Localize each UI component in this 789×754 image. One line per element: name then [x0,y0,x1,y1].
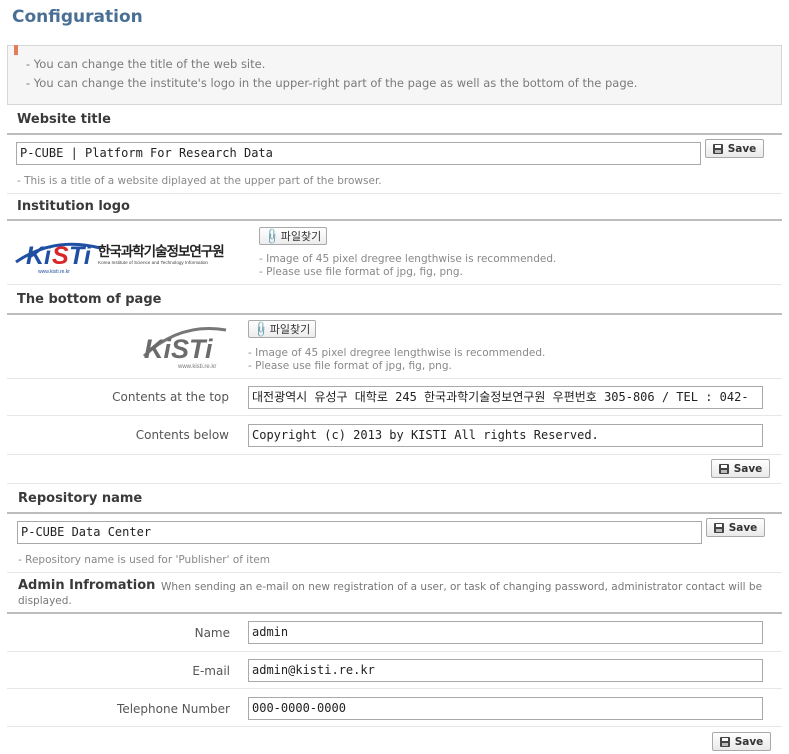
row-divider [7,572,782,573]
save-label: Save [728,521,758,534]
notice-line-1: - You can change the title of the web si… [26,57,266,71]
svg-text:Korea Institute of Science and: Korea Institute of Science and Technolog… [98,260,208,265]
bottom-logo-hint-1: - Image of 45 pixel dregree lengthwise i… [248,347,546,359]
bottom-logo-file-button[interactable]: 📎 파일찾기 [248,319,317,339]
svg-text:www.kisti.re.kr: www.kisti.re.kr [177,364,216,370]
repository-name-save-button[interactable]: Save [706,518,765,537]
contents-below-label: Contents below [135,428,229,442]
contents-top-label: Contents at the top [112,390,229,404]
website-title-hint: - This is a title of a website diplayed … [17,175,382,187]
institution-logo-heading: Institution logo [17,199,130,214]
section-divider [7,512,782,514]
website-title-save-button[interactable]: Save [705,139,764,158]
admin-name-label: Name [194,626,230,640]
row-divider [7,378,782,379]
admin-email-label: E-mail [192,664,230,678]
contents-top-input[interactable]: 대전광역시 유성구 대학로 245 한국과학기술정보연구원 우편번호 305-8… [248,386,763,409]
bottom-logo-hint-2: - Please use file format of jpg, fig, pn… [248,360,452,372]
row-divider [7,284,782,285]
institution-logo-hint-1: - Image of 45 pixel dregree lengthwise i… [259,253,557,265]
institution-logo-image: Ki S Ti www.kisti.re.kr 한국과학기술정보연구원 Kore… [14,232,244,276]
save-icon [713,522,724,533]
admin-name-input[interactable]: admin [248,621,763,644]
paperclip-icon: 📎 [262,226,282,246]
admin-phone-input[interactable]: 000-0000-0000 [248,697,763,720]
admin-description-line-1: When sending an e-mail on new registrati… [161,581,763,593]
website-title-input[interactable]: P-CUBE | Platform For Research Data [16,142,701,165]
row-divider [7,415,782,416]
contents-below-input[interactable]: Copyright (c) 2013 by KISTI All rights R… [248,424,763,447]
section-divider [7,612,782,614]
institution-logo-file-button[interactable]: 📎 파일찾기 [259,226,328,246]
institution-logo-hint-2: - Please use file format of jpg, fig, pn… [259,266,463,278]
notice-line-2: - You can change the institute's logo in… [26,76,638,90]
bottom-of-page-heading: The bottom of page [17,292,162,307]
page-title: Configuration [12,7,143,27]
admin-description-line-2: displayed. [18,595,72,607]
bottom-logo-image: KiSTi www.kisti.re.kr [140,322,230,372]
admin-email-input[interactable]: admin@kisti.re.kr [248,659,763,682]
file-button-label: 파일찾기 [280,230,322,243]
save-icon [718,463,729,474]
svg-text:Ti: Ti [69,242,92,270]
row-divider [7,193,782,194]
admin-save-button[interactable]: Save [712,732,771,751]
section-divider [7,219,782,221]
save-label: Save [734,735,764,748]
website-title-heading: Website title [17,112,111,127]
row-divider [7,454,782,455]
svg-text:한국과학기술정보연구원: 한국과학기술정보연구원 [98,243,224,260]
svg-text:www.kisti.re.kr: www.kisti.re.kr [38,269,70,275]
save-icon [712,143,723,154]
admin-information-heading: Admin Infromation [18,578,156,593]
bottom-of-page-save-button[interactable]: Save [711,459,770,478]
bookmark-flag-icon [14,45,18,55]
save-label: Save [733,462,763,475]
row-divider [7,726,782,727]
repository-name-heading: Repository name [18,491,143,506]
svg-text:KiSTi: KiSTi [144,334,213,364]
row-divider [7,688,782,689]
admin-phone-label: Telephone Number [117,702,230,716]
row-divider [7,651,782,652]
repository-name-hint: - Repository name is used for 'Publisher… [18,554,270,566]
info-notice-box: - You can change the title of the web si… [7,45,782,105]
svg-text:S: S [52,242,69,270]
row-divider [7,483,782,484]
paperclip-icon: 📎 [251,319,271,339]
section-divider [7,313,782,315]
repository-name-input[interactable]: P-CUBE Data Center [17,521,702,544]
section-divider [7,133,782,135]
svg-text:Ki: Ki [26,242,52,270]
save-label: Save [727,142,757,155]
kisti-logo-icon: Ki S Ti www.kisti.re.kr 한국과학기술정보연구원 Kore… [15,242,225,275]
file-button-label: 파일찾기 [269,323,311,336]
kisti-gray-logo-icon: KiSTi www.kisti.re.kr [142,326,227,370]
save-icon [719,736,730,747]
